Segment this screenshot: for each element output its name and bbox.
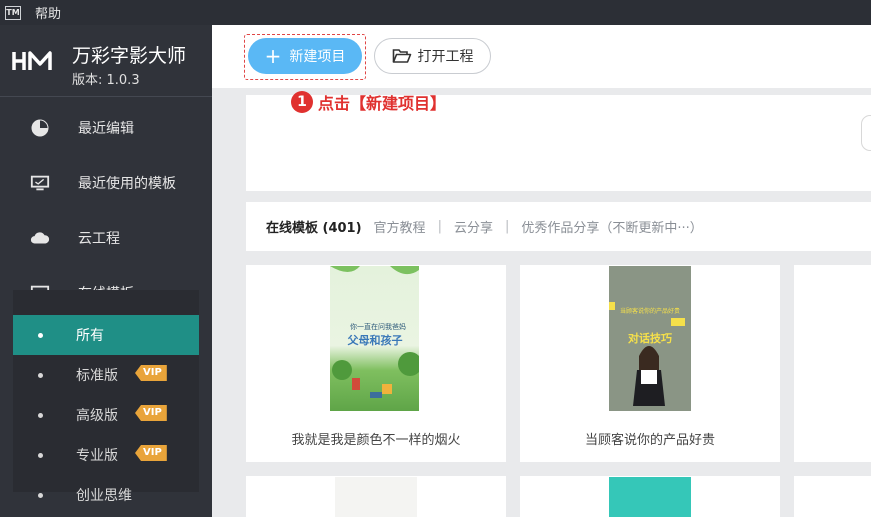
tab-separator: |	[504, 219, 510, 234]
sub-nav-label: 高级版	[76, 408, 118, 424]
bullet-icon	[38, 452, 43, 458]
template-thumbnail: 当顾客说你的产品好贵 对话技巧	[609, 266, 691, 411]
nav-label: 云工程	[78, 230, 120, 247]
nav-label: 最近使用的模板	[78, 175, 176, 192]
toolbar: + 新建项目 打开工程	[212, 25, 871, 88]
tab-cloud-share[interactable]: 云分享	[454, 217, 493, 236]
sub-nav-all[interactable]: 所有	[13, 315, 199, 355]
monitor-icon	[30, 173, 50, 193]
nav-item-recent-templates[interactable]: 最近使用的模板	[0, 155, 212, 210]
nav-label: 最近编辑	[78, 120, 134, 137]
sub-nav-label: 所有	[76, 328, 104, 344]
sub-nav-startup-thinking[interactable]: 创业思维	[13, 475, 199, 515]
menu-bar: TM 帮助	[0, 0, 871, 25]
vip-badge: VIP	[135, 445, 167, 461]
vip-badge: VIP	[135, 405, 167, 421]
bullet-icon	[38, 332, 43, 338]
thumbnail-subtitle: 当顾客说你的产品好贵	[619, 308, 680, 315]
bullet-icon	[38, 372, 43, 378]
annotation-text: 点击【新建项目】	[318, 94, 447, 113]
template-card[interactable]: 当顾客说你的产品好贵 对话技巧 当顾客说你的产品好贵	[520, 265, 780, 462]
nav-item-recent-edit[interactable]: 最近编辑	[0, 100, 212, 155]
app-logo-icon: TM	[5, 5, 21, 20]
bullet-icon	[38, 492, 43, 498]
vip-badge: VIP	[135, 365, 167, 381]
template-card-partial[interactable]	[794, 265, 871, 462]
cloud-icon	[30, 228, 50, 248]
template-card[interactable]	[520, 476, 780, 517]
new-project-label: 新建项目	[289, 49, 346, 65]
template-thumbnail	[609, 477, 691, 517]
tutorial-annotation: 1 点击【新建项目】	[291, 90, 446, 114]
template-thumbnail	[335, 477, 417, 517]
brand-logo-icon	[12, 51, 52, 70]
thumbnail-subtitle: 你一直在问我爸妈	[350, 323, 406, 331]
sub-nav-label: 创业思维	[76, 488, 132, 504]
recent-edit-icon	[30, 118, 50, 138]
card-title: 我就是我是颜色不一样的烟火	[291, 433, 461, 448]
step-number-badge: 1	[291, 91, 313, 113]
template-tabs: 在线模板 (401) 官方教程 | 云分享 | 优秀作品分享（不断更新中···）	[246, 202, 871, 251]
sub-nav-professional[interactable]: 专业版 VIP	[13, 435, 199, 475]
plus-icon: +	[264, 44, 282, 68]
tab-separator: |	[437, 219, 442, 234]
app-version: 版本: 1.0.3	[72, 73, 140, 88]
open-project-button[interactable]: 打开工程	[374, 38, 491, 74]
tab-official-tutorials[interactable]: 官方教程	[374, 217, 426, 236]
template-card-partial[interactable]	[794, 476, 871, 517]
template-card[interactable]	[246, 476, 506, 517]
tab-showcase[interactable]: 优秀作品分享（不断更新中···）	[521, 217, 702, 236]
brand-header: 万彩字影大师 版本: 1.0.3	[0, 25, 212, 97]
open-project-label: 打开工程	[417, 49, 474, 65]
nav-item-cloud-project[interactable]: 云工程	[0, 210, 212, 265]
sub-nav-standard[interactable]: 标准版 VIP	[13, 355, 199, 395]
template-thumbnail: 你一直在问我爸妈 父母和孩子	[330, 266, 419, 411]
help-menu[interactable]: 帮助	[35, 3, 61, 22]
sub-nav-advanced[interactable]: 高级版 VIP	[13, 395, 199, 435]
card-title: 当顾客说你的产品好贵	[584, 433, 715, 448]
sub-nav-label: 专业版	[76, 448, 118, 464]
sub-nav-label: 标准版	[76, 368, 118, 384]
thumbnail-title: 父母和孩子	[347, 334, 403, 347]
folder-open-icon	[392, 49, 411, 63]
app-name: 万彩字影大师	[72, 45, 187, 67]
bullet-icon	[38, 412, 43, 418]
tab-online-templates[interactable]: 在线模板 (401)	[266, 217, 362, 236]
template-card[interactable]: 你一直在问我爸妈 父母和孩子 我就是我是颜色不一样的烟火	[246, 265, 506, 462]
new-project-button[interactable]: + 新建项目	[248, 38, 362, 74]
scroll-right-button[interactable]	[861, 115, 871, 151]
thumbnail-title: 对话技巧	[628, 332, 672, 345]
